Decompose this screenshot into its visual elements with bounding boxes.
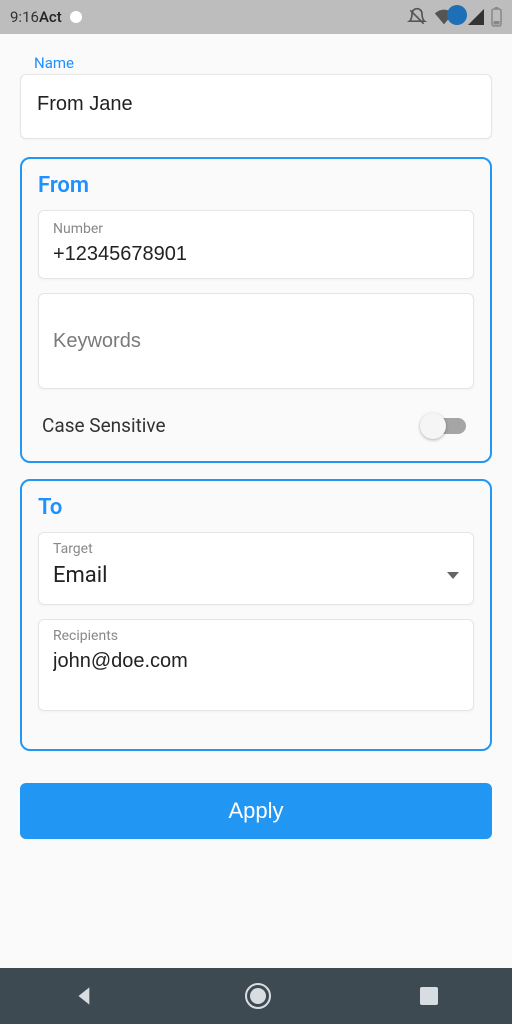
battery-icon xyxy=(491,7,502,27)
status-bar: 9:16 Act xyxy=(0,0,512,34)
from-section: From Number Case Sensitive xyxy=(20,157,492,463)
case-sensitive-label: Case Sensitive xyxy=(42,414,166,437)
case-sensitive-row: Case Sensitive xyxy=(38,403,474,437)
chevron-down-icon xyxy=(447,572,459,579)
keywords-field[interactable] xyxy=(38,293,474,389)
number-label: Number xyxy=(53,221,459,237)
target-value: Email xyxy=(53,563,107,588)
home-icon[interactable] xyxy=(243,981,273,1011)
keywords-input[interactable] xyxy=(53,330,459,353)
case-sensitive-toggle[interactable] xyxy=(420,413,470,437)
cellular-icon xyxy=(467,8,485,26)
apply-button[interactable]: Apply xyxy=(20,783,492,839)
screen-title-fragment: Act xyxy=(39,8,62,26)
number-field[interactable]: Number xyxy=(38,210,474,279)
recipients-field[interactable]: Recipients xyxy=(38,619,474,711)
number-input[interactable] xyxy=(53,243,459,266)
target-label: Target xyxy=(53,541,459,557)
target-field[interactable]: Target Email xyxy=(38,532,474,605)
to-heading: To xyxy=(38,495,474,520)
back-icon[interactable] xyxy=(72,983,98,1009)
name-field[interactable] xyxy=(20,74,492,139)
from-heading: From xyxy=(38,173,474,198)
to-section: To Target Email Recipients xyxy=(20,479,492,751)
status-dot xyxy=(70,11,82,23)
name-label: Name xyxy=(34,54,492,72)
name-input[interactable] xyxy=(37,93,475,116)
navigation-bar xyxy=(0,968,512,1024)
recipients-label: Recipients xyxy=(53,628,459,644)
recents-icon[interactable] xyxy=(418,985,440,1007)
wifi-overlay-icon xyxy=(443,5,467,29)
recipients-input[interactable] xyxy=(53,650,459,673)
notifications-off-icon xyxy=(407,7,427,27)
status-time: 9:16 xyxy=(10,8,39,26)
